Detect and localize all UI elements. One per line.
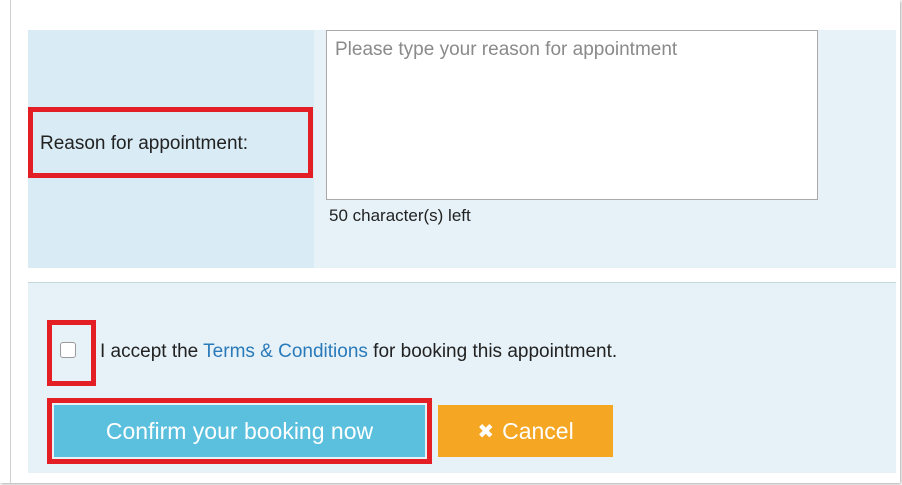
terms-statement: I accept the Terms & Conditions for book… (100, 341, 617, 363)
terms-link[interactable]: Terms & Conditions (203, 341, 368, 362)
char-count-text: 50 character(s) left (329, 206, 471, 225)
terms-checkbox-wrap[interactable] (57, 339, 79, 361)
cancel-button[interactable]: ✖ Cancel (438, 405, 613, 457)
confirm-booking-button[interactable]: Confirm your booking now (54, 405, 425, 457)
reason-textarea[interactable] (326, 30, 818, 200)
cancel-label: Cancel (502, 417, 574, 444)
left-border-rule (10, 0, 11, 483)
reason-label: Reason for appointment: (40, 133, 249, 154)
terms-checkbox[interactable] (60, 342, 76, 358)
confirm-booking-label: Confirm your booking now (105, 417, 374, 444)
terms-suffix: for booking this appointment. (367, 341, 618, 362)
close-icon: ✖ (477, 420, 495, 443)
terms-prefix: I accept the (100, 341, 204, 362)
